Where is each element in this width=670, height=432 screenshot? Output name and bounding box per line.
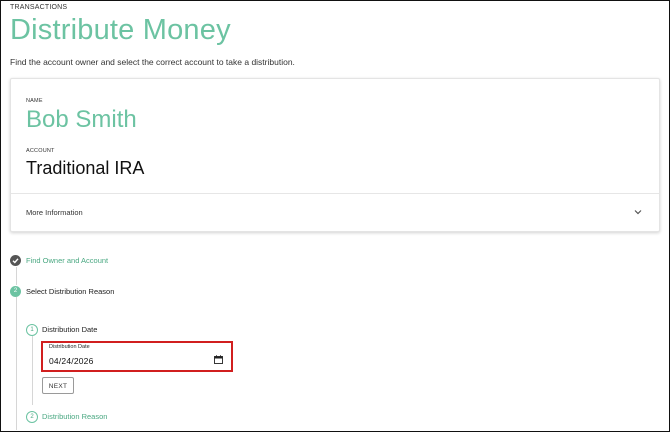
substep-connector bbox=[32, 336, 33, 405]
card-divider bbox=[11, 193, 659, 194]
step-number-badge: 2 bbox=[10, 286, 21, 297]
account-label: ACCOUNT bbox=[26, 148, 55, 154]
chevron-down-icon[interactable] bbox=[633, 207, 643, 217]
account-type: Traditional IRA bbox=[26, 158, 145, 178]
distribution-date-field-label: Distribution Date bbox=[49, 344, 90, 350]
substep-number-badge: 2 bbox=[26, 411, 38, 423]
check-icon bbox=[12, 258, 19, 264]
step-find-owner-and-account[interactable]: Find Owner and Account bbox=[26, 256, 108, 265]
owner-name: Bob Smith bbox=[26, 106, 137, 133]
step-connector bbox=[16, 297, 17, 430]
distribution-date-input[interactable]: Distribution Date 04/24/2026 bbox=[46, 344, 230, 369]
owner-account-card: NAME Bob Smith ACCOUNT Traditional IRA M… bbox=[10, 78, 660, 232]
substep-number-badge: 1 bbox=[26, 324, 38, 336]
distribution-date-value[interactable]: 04/24/2026 bbox=[49, 356, 94, 366]
next-button[interactable]: NEXT bbox=[42, 377, 74, 394]
calendar-icon[interactable] bbox=[214, 355, 223, 364]
name-label: NAME bbox=[26, 98, 43, 104]
step-connector bbox=[16, 267, 17, 285]
step-complete-badge bbox=[10, 255, 21, 266]
substep-distribution-reason[interactable]: Distribution Reason bbox=[42, 412, 107, 421]
breadcrumb: TRANSACTIONS bbox=[10, 4, 68, 11]
page-subtitle: Find the account owner and select the co… bbox=[10, 57, 295, 67]
step-select-distribution-reason: Select Distribution Reason bbox=[26, 287, 115, 296]
page-title: Distribute Money bbox=[10, 14, 231, 46]
substep-distribution-date: Distribution Date bbox=[42, 325, 98, 334]
more-information-toggle[interactable]: More Information bbox=[26, 208, 83, 217]
